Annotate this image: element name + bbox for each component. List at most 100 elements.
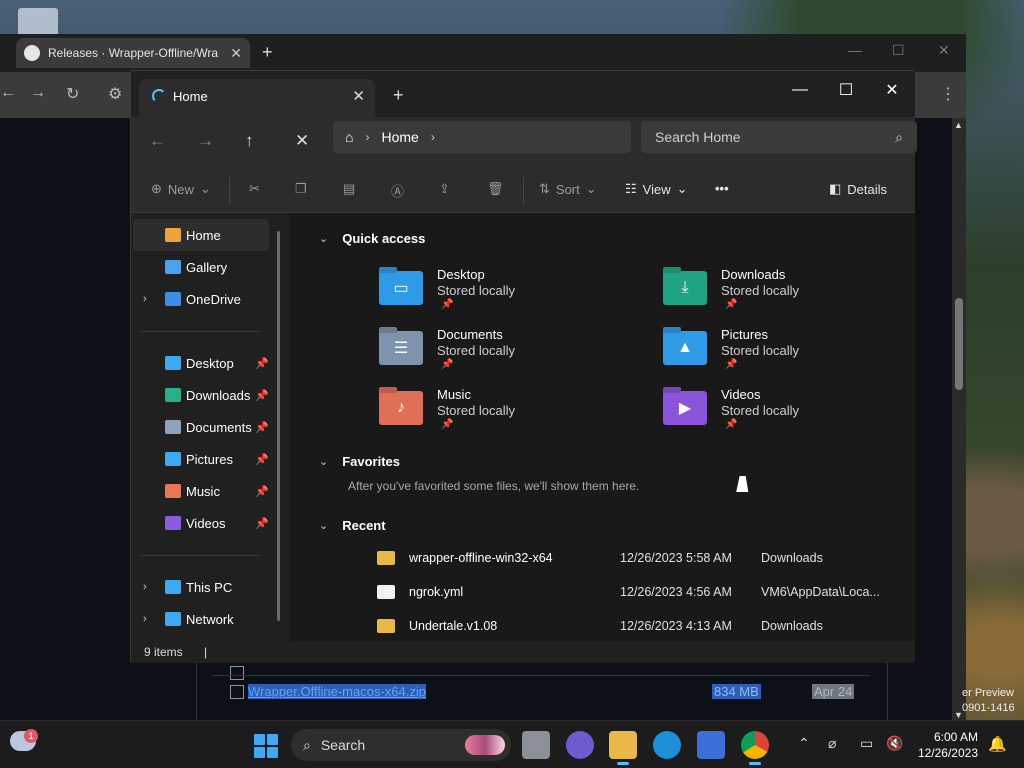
browser-new-tab-button[interactable]: +: [262, 42, 273, 63]
recent-location: VM6\AppData\Loca...: [761, 585, 880, 599]
browser-menu-icon[interactable]: ⋮: [940, 84, 956, 104]
favorites-header[interactable]: ⌄ Favorites: [319, 454, 400, 469]
quick-access-header[interactable]: ⌄ Quick access: [319, 231, 425, 246]
breadcrumb-home[interactable]: Home: [381, 129, 418, 145]
asset-row[interactable]: Wrapper.Offline-macos-x64.zip 834 MB Apr…: [212, 675, 870, 707]
quick-access-desktop[interactable]: ▭ Desktop Stored locally 📌: [379, 267, 639, 323]
task-view-icon[interactable]: [522, 731, 550, 759]
system-clock[interactable]: 6:00 AM 12/26/2023: [916, 729, 978, 761]
copy-button[interactable]: ❐: [295, 181, 307, 197]
explorer-maximize-button[interactable]: ☐: [823, 75, 869, 105]
pin-icon[interactable]: 📌: [255, 421, 269, 434]
notification-bell-icon[interactable]: 🔔: [988, 735, 1007, 753]
browser-maximize-button[interactable]: ☐: [892, 42, 905, 59]
network-off-icon[interactable]: ⌀: [828, 735, 836, 752]
explorer-close-button[interactable]: ✕: [869, 75, 915, 105]
sidebar-item-gallery[interactable]: Gallery: [133, 251, 269, 283]
pin-icon[interactable]: 📌: [255, 357, 269, 370]
up-button[interactable]: ↑: [245, 131, 254, 151]
forward-button[interactable]: →: [197, 131, 214, 151]
folder-glyph: ☰: [393, 340, 409, 357]
recent-location: Downloads: [761, 551, 823, 565]
chevron-right-icon[interactable]: ›: [143, 293, 147, 305]
view-button[interactable]: ☷ View ⌄: [625, 181, 688, 197]
chevron-right-icon[interactable]: ›: [143, 613, 147, 625]
browser-forward-icon[interactable]: →: [30, 84, 46, 102]
pin-icon[interactable]: 📌: [255, 485, 269, 498]
browser-close-button[interactable]: ✕: [938, 42, 950, 59]
sidebar-item-music[interactable]: Music 📌: [133, 475, 269, 507]
quick-access-pictures[interactable]: ▲ Pictures Stored locally 📌: [663, 327, 923, 383]
back-button[interactable]: ←: [149, 131, 166, 151]
navigation-pane-scrollbar[interactable]: [277, 231, 280, 621]
sidebar-item-downloads[interactable]: Downloads 📌: [133, 379, 269, 411]
chevron-down-icon[interactable]: ⌄: [319, 519, 328, 532]
details-button[interactable]: ◧ Details: [829, 181, 887, 197]
delete-button[interactable]: 🗑: [487, 181, 504, 197]
explorer-tab-home[interactable]: Home ✕: [139, 79, 375, 117]
sidebar-item-this-pc[interactable]: › This PC: [133, 571, 269, 603]
sidebar-item-videos[interactable]: Videos 📌: [133, 507, 269, 539]
home-icon[interactable]: ⌂: [345, 129, 353, 145]
browser-site-info-icon[interactable]: ⚙: [108, 84, 122, 104]
sort-button[interactable]: ⇅ Sort ⌄: [539, 181, 597, 197]
chevron-right-icon[interactable]: ›: [365, 130, 369, 144]
breadcrumb[interactable]: ⌂ › Home ›: [333, 121, 631, 153]
file-explorer-taskbar-icon[interactable]: [609, 731, 637, 765]
scrollbar-thumb[interactable]: [955, 298, 963, 390]
chat-icon[interactable]: [566, 731, 594, 759]
paste-button[interactable]: ▤: [343, 181, 355, 197]
sidebar-item-desktop[interactable]: Desktop 📌: [133, 347, 269, 379]
sidebar-item-pictures[interactable]: Pictures 📌: [133, 443, 269, 475]
recent-row[interactable]: Undertale.v1.08 12/26/2023 4:13 AM Downl…: [377, 615, 897, 639]
start-button[interactable]: [254, 734, 278, 758]
sidebar-item-home[interactable]: Home: [133, 219, 269, 251]
chrome-icon[interactable]: [741, 731, 769, 765]
browser-tab-close-button[interactable]: ✕: [230, 45, 242, 62]
music-icon: [165, 484, 181, 498]
browser-minimize-button[interactable]: —: [848, 42, 862, 58]
chevron-down-icon[interactable]: ⌄: [319, 232, 328, 245]
quick-access-music[interactable]: ♪ Music Stored locally 📌: [379, 387, 639, 443]
pin-icon[interactable]: 📌: [255, 389, 269, 402]
sidebar-item-documents[interactable]: Documents 📌: [133, 411, 269, 443]
quick-access-videos[interactable]: ▶ Videos Stored locally 📌: [663, 387, 923, 443]
search-input[interactable]: Search Home ⌕: [641, 121, 917, 153]
explorer-new-tab-button[interactable]: +: [393, 85, 404, 106]
quick-access-documents[interactable]: ☰ Documents Stored locally 📌: [379, 327, 639, 383]
rename-button[interactable]: Ⓐ: [391, 181, 404, 200]
cut-button[interactable]: ✂: [249, 181, 260, 197]
browser-reload-icon[interactable]: ↻: [66, 84, 79, 104]
windows-logo-icon: [267, 747, 278, 758]
pin-icon[interactable]: 📌: [255, 517, 269, 530]
edge-icon[interactable]: [653, 731, 681, 759]
share-button[interactable]: ⇪: [439, 181, 450, 197]
recent-header[interactable]: ⌄ Recent: [319, 518, 386, 533]
explorer-tab-close-button[interactable]: ✕: [352, 87, 365, 105]
recent-row[interactable]: wrapper-offline-win32-x64 12/26/2023 5:5…: [377, 547, 897, 571]
browser-scrollbar[interactable]: ▲ ▼: [952, 118, 966, 722]
sidebar-item-onedrive[interactable]: › OneDrive: [133, 283, 269, 315]
more-options-button[interactable]: •••: [715, 181, 729, 196]
chevron-down-icon[interactable]: ⌄: [319, 455, 328, 468]
browser-tab[interactable]: Releases · Wrapper-Offline/Wra ✕: [16, 38, 250, 68]
quick-access-downloads[interactable]: ⤓ Downloads Stored locally 📌: [663, 267, 923, 323]
browser-back-icon[interactable]: ←: [0, 84, 16, 102]
stop-loading-button[interactable]: ✕: [295, 131, 309, 151]
tile-name: Documents: [437, 327, 503, 342]
store-icon[interactable]: [697, 731, 725, 759]
chevron-right-icon[interactable]: ›: [431, 130, 435, 144]
show-hidden-icons-icon[interactable]: ⌃: [798, 735, 810, 752]
recent-row[interactable]: ngrok.yml 12/26/2023 4:56 AM VM6\AppData…: [377, 581, 897, 605]
chevron-right-icon[interactable]: ›: [143, 581, 147, 593]
sidebar-item-network[interactable]: › Network: [133, 603, 269, 635]
explorer-minimize-button[interactable]: —: [777, 75, 823, 105]
new-button[interactable]: ⊕ New ⌄: [151, 181, 211, 197]
display-icon[interactable]: ▭: [860, 735, 873, 752]
recent-name: Undertale.v1.08: [409, 619, 498, 633]
pin-icon[interactable]: 📌: [255, 453, 269, 466]
volume-muted-icon[interactable]: 🔇: [886, 735, 903, 752]
asset-link[interactable]: Wrapper.Offline-macos-x64.zip: [248, 684, 426, 699]
taskbar-search[interactable]: ⌕ Search: [291, 729, 511, 761]
scroll-up-icon[interactable]: ▲: [954, 120, 963, 130]
